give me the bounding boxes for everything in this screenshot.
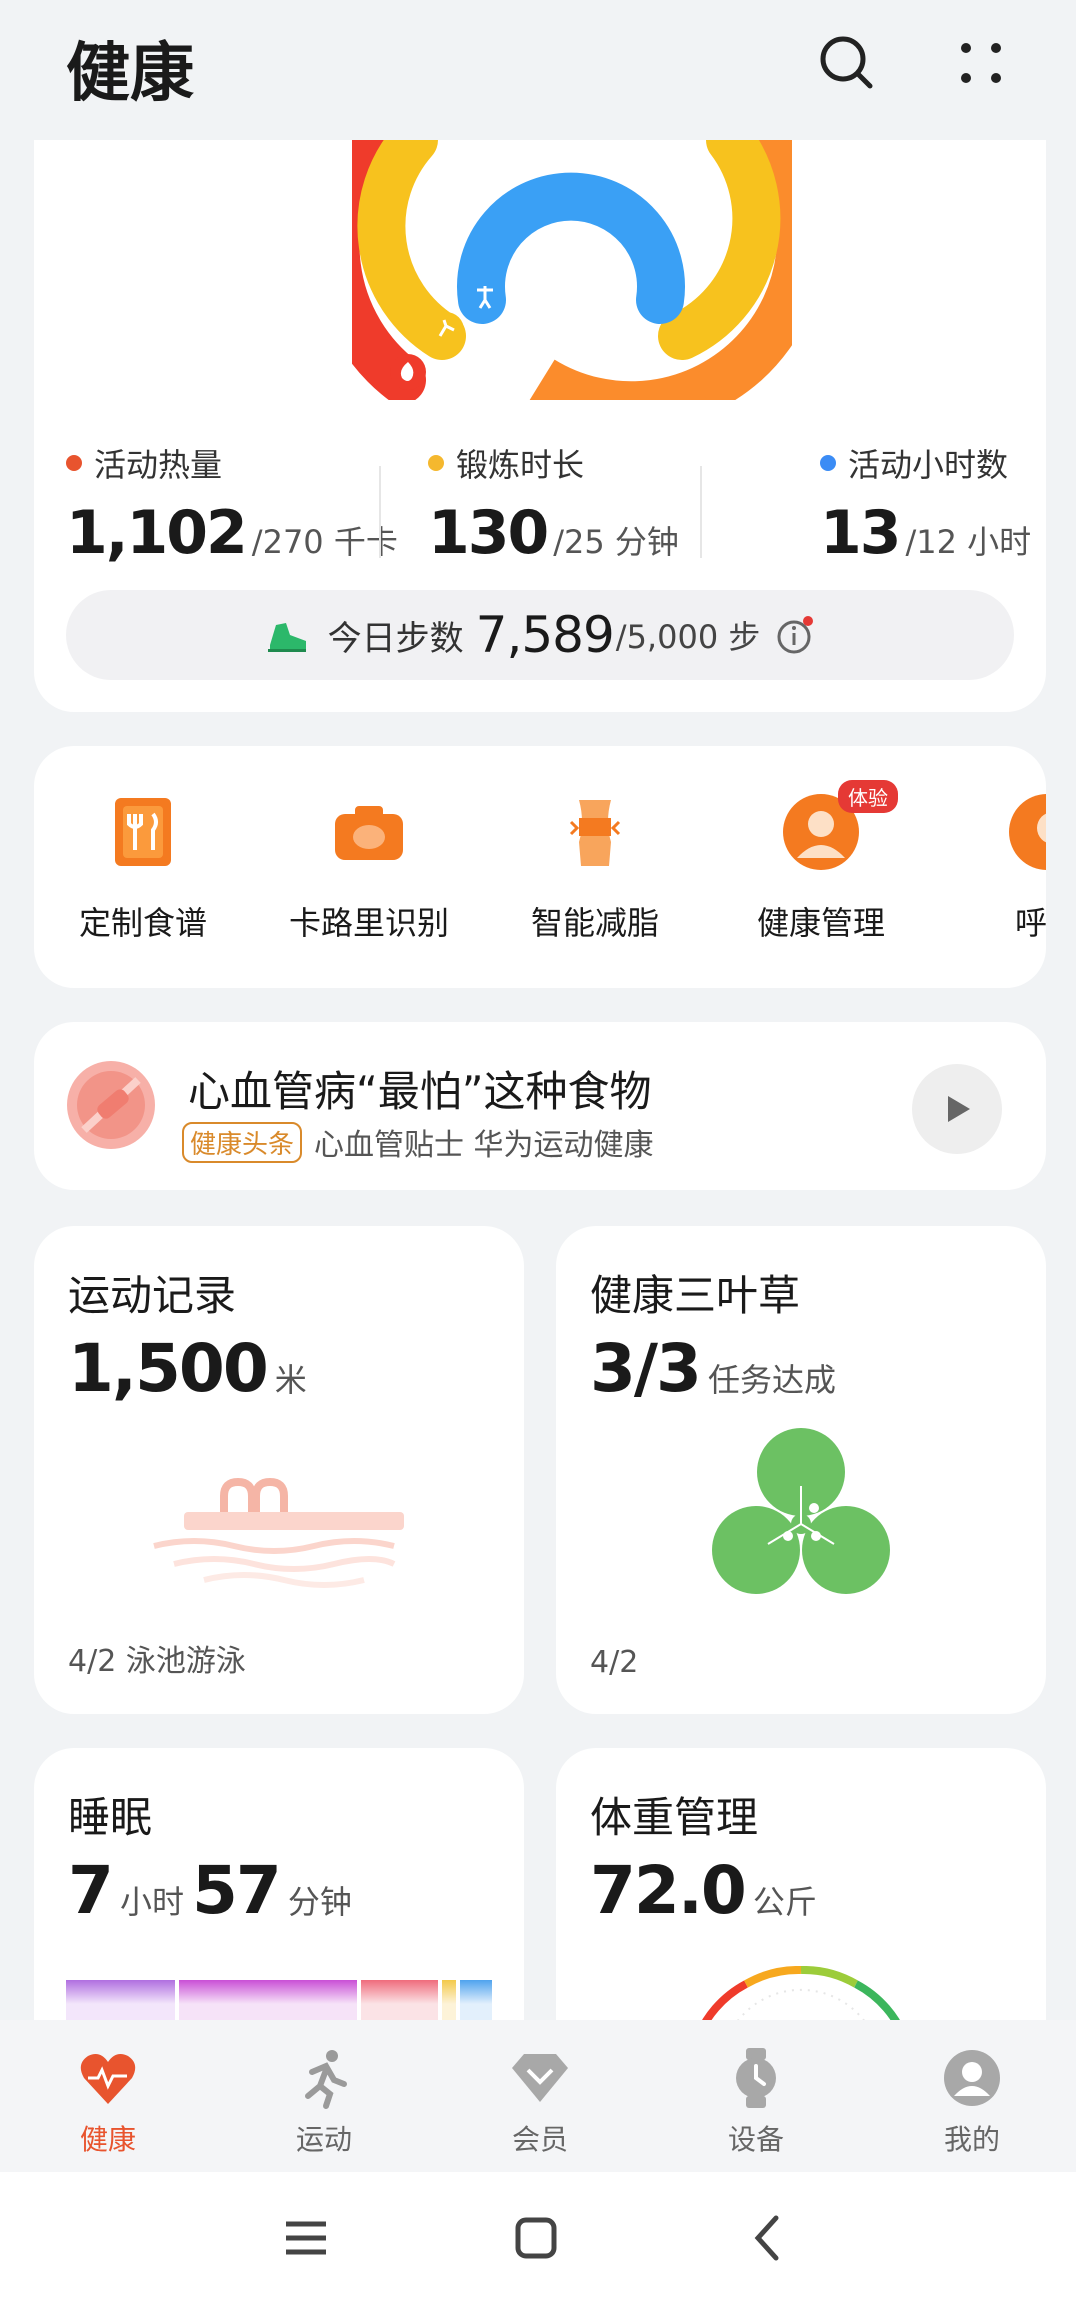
clover-unit: 任务达成 xyxy=(707,1361,836,1399)
menu-icon[interactable] xyxy=(276,2208,336,2268)
trial-badge: 体验 xyxy=(838,780,898,813)
shortcut-label: 健康管理 xyxy=(756,904,885,942)
shortcut-fat-loss[interactable]: 智能减脂 xyxy=(500,792,690,944)
tab-health[interactable]: 健康 xyxy=(38,2046,178,2158)
bottom-tab-bar: 健康 运动 会员 设备 我的 xyxy=(0,2020,1076,2172)
tab-label: 健康 xyxy=(79,2123,136,2156)
news-thumbnail xyxy=(67,1061,155,1149)
running-icon xyxy=(305,2050,347,2109)
shortcut-label: 定制食谱 xyxy=(78,904,207,942)
shortcut-label: 智能减脂 xyxy=(530,904,659,942)
more-menu-icon[interactable] xyxy=(946,28,1016,98)
news-tag: 健康头条 xyxy=(182,1121,303,1163)
tab-devices[interactable]: 设备 xyxy=(686,2046,826,2158)
news-source: 心血管贴士 华为运动健康 xyxy=(314,1128,654,1163)
shortcut-calorie-scan[interactable]: 卡路里识别 xyxy=(274,792,464,944)
weight-value: 72.0 xyxy=(590,1852,747,1929)
shortcut-breathing[interactable]: 呼吸 xyxy=(952,792,1046,944)
home-icon[interactable] xyxy=(506,2208,566,2268)
metric-active-hours: 活动小时数 13/12 小时 xyxy=(820,440,1031,568)
news-meta: 健康头条 心血管贴士 华为运动健康 xyxy=(182,1120,654,1164)
sport-date-type: 4/2 泳池游泳 xyxy=(68,1644,246,1679)
metric-goal: /270 千卡 xyxy=(251,523,398,561)
play-icon xyxy=(948,1096,970,1122)
search-icon[interactable] xyxy=(812,28,882,98)
metric-label: 活动小时数 xyxy=(848,446,1009,484)
metric-label: 锻炼时长 xyxy=(456,446,585,484)
metric-exercise: 锻炼时长 130/25 分钟 xyxy=(428,440,679,568)
tab-membership[interactable]: 会员 xyxy=(470,2046,610,2158)
back-icon[interactable] xyxy=(738,2208,798,2268)
clover-icon xyxy=(712,1428,890,1594)
steps-label: 今日步数 xyxy=(327,618,464,659)
tile-title: 运动记录 xyxy=(68,1271,237,1320)
metric-goal: /12 小时 xyxy=(905,523,1032,561)
heart-icon xyxy=(80,2054,136,2104)
health-clover-card[interactable]: 健康三叶草 3/3 任务达成 4/2 xyxy=(556,1226,1046,1714)
tab-me[interactable]: 我的 xyxy=(902,2046,1042,2158)
metric-calories: 活动热量 1,102/270 千卡 xyxy=(66,440,398,568)
metric-value: 13 xyxy=(820,498,901,568)
profile-icon xyxy=(944,2050,1000,2106)
sleep-hours-unit: 小时 xyxy=(119,1883,184,1921)
divider xyxy=(700,466,702,558)
calories-dot xyxy=(66,455,82,471)
active-hours-dot xyxy=(820,455,836,471)
sleep-minutes: 57 xyxy=(191,1852,282,1929)
diamond-icon xyxy=(512,2054,568,2102)
breath-icon xyxy=(1009,794,1046,870)
tab-label: 运动 xyxy=(295,2123,352,2156)
sleep-minutes-unit: 分钟 xyxy=(287,1883,352,1921)
sport-unit: 米 xyxy=(274,1361,307,1399)
swimming-pool-icon xyxy=(153,1477,404,1588)
shortcut-card: 定制食谱 卡路里识别 智能减脂 体验 健康管理 呼 xyxy=(34,746,1046,988)
weight-unit: 公斤 xyxy=(752,1883,817,1921)
body-icon xyxy=(569,800,621,866)
system-navigation-bar xyxy=(0,2172,1076,2305)
shoe-icon xyxy=(267,623,306,652)
shortcut-recipe[interactable]: 定制食谱 xyxy=(48,792,238,944)
news-title: 心血管病“最怕”这种食物 xyxy=(188,1067,652,1116)
divider xyxy=(379,466,381,558)
metric-goal: /25 分钟 xyxy=(553,523,679,561)
recipe-icon xyxy=(115,798,171,866)
tile-title: 健康三叶草 xyxy=(590,1271,801,1320)
tab-label: 设备 xyxy=(727,2123,784,2156)
activity-rings-graphic xyxy=(352,140,792,400)
clover-progress: 3/3 xyxy=(590,1330,702,1407)
tab-sport[interactable]: 运动 xyxy=(254,2046,394,2158)
tab-label: 会员 xyxy=(511,2123,568,2156)
health-news-card[interactable]: 心血管病“最怕”这种食物 健康头条 心血管贴士 华为运动健康 xyxy=(34,1022,1046,1190)
sport-record-card[interactable]: 运动记录 1,500 米 4/2 泳池游泳 xyxy=(34,1226,524,1714)
metric-value: 130 xyxy=(428,498,549,568)
shortcut-health-management[interactable]: 体验 健康管理 xyxy=(726,780,916,944)
sleep-hours: 7 xyxy=(68,1852,114,1929)
metric-value: 1,102 xyxy=(66,498,248,568)
steps-summary[interactable]: 今日步数 7,589 /5,000 步 xyxy=(66,590,1014,680)
watch-icon xyxy=(736,2048,776,2108)
tile-title: 睡眠 xyxy=(68,1793,153,1842)
camera-icon xyxy=(335,806,403,860)
sport-distance: 1,500 xyxy=(68,1330,269,1407)
metric-label: 活动热量 xyxy=(94,446,223,484)
play-button[interactable] xyxy=(912,1064,1002,1154)
tab-label: 我的 xyxy=(943,2123,1000,2156)
clover-date: 4/2 xyxy=(590,1645,639,1680)
activity-rings-card[interactable]: 活动热量 1,102/270 千卡 锻炼时长 130/25 分钟 活动小时数 1… xyxy=(34,140,1046,712)
tile-title: 体重管理 xyxy=(590,1793,759,1842)
steps-goal: /5,000 步 xyxy=(615,618,761,656)
shortcut-label: 呼吸 xyxy=(1014,904,1046,942)
shortcut-label: 卡路里识别 xyxy=(288,904,449,942)
info-icon[interactable] xyxy=(774,615,814,655)
app-header: 健康 xyxy=(0,0,1076,130)
exercise-dot xyxy=(428,455,444,471)
app-title: 健康 xyxy=(66,37,194,111)
steps-value: 7,589 xyxy=(475,606,615,664)
